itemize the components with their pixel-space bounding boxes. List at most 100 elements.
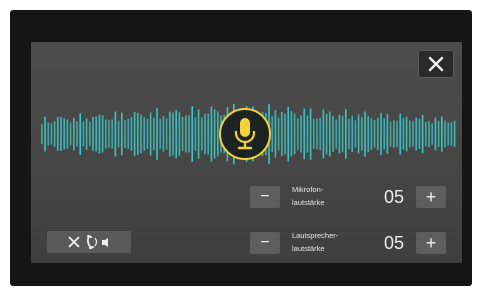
wave-bar [351, 115, 353, 153]
wave-bar [105, 119, 107, 149]
minus-icon: − [260, 234, 270, 251]
wave-bar [57, 117, 59, 151]
wave-bar [133, 111, 136, 157]
wave-bar [297, 118, 299, 150]
handset-volume-icon [86, 235, 108, 249]
wave-bar [185, 115, 187, 153]
wave-bar [172, 112, 174, 156]
wave-bar [441, 116, 443, 152]
wave-bar [341, 115, 344, 153]
wave-bar [108, 120, 110, 148]
wave-bar [76, 121, 78, 147]
wave-bar [73, 117, 75, 151]
wave-bar [287, 106, 289, 162]
speaker-volume-value: 05 [383, 233, 405, 253]
wave-bar [364, 111, 366, 157]
wave-bar [153, 117, 155, 151]
wave-bar [396, 120, 398, 148]
wave-bar [332, 116, 334, 152]
wave-bar [204, 113, 206, 155]
wave-bar [290, 111, 293, 157]
mute-handset-button[interactable] [47, 231, 131, 253]
wave-bar [309, 108, 312, 160]
wave-bar [345, 109, 347, 159]
wave-bar [421, 114, 424, 154]
wave-bar [325, 113, 328, 155]
wave-bar [412, 121, 414, 147]
close-icon [428, 56, 444, 72]
wave-bar [348, 118, 350, 150]
wave-bar [313, 118, 315, 150]
wave-bar [95, 116, 97, 152]
wave-bar [92, 116, 94, 151]
wave-bar [354, 120, 357, 148]
microphone-volume-control: − Mikrofon- lautstärke 05 + [250, 183, 452, 211]
close-button[interactable] [418, 50, 454, 78]
wave-bar [98, 114, 101, 154]
wave-bar [44, 116, 46, 152]
wave-bar [63, 118, 65, 150]
wave-bar [418, 119, 421, 149]
wave-bar [89, 121, 91, 147]
wave-bar [409, 120, 411, 148]
wave-bar [159, 118, 161, 150]
wave-bar [425, 121, 427, 147]
wave-bar [50, 123, 53, 145]
wave-bar [213, 109, 216, 159]
wave-bar [437, 121, 440, 147]
wave-bar [169, 111, 171, 157]
speaker-volume-increase-button[interactable]: + [416, 232, 446, 254]
wave-bar [201, 117, 203, 151]
wave-bar [361, 117, 363, 151]
wave-bar [380, 112, 382, 156]
wave-bar [149, 112, 152, 156]
wave-bar [306, 115, 309, 153]
wave-bar [178, 112, 181, 156]
wave-bar [143, 117, 145, 151]
wave-bar [303, 108, 305, 160]
wave-bar [121, 112, 123, 156]
wave-bar [194, 117, 197, 151]
wave-bar [370, 118, 373, 150]
wave-bar [197, 109, 200, 159]
mic-volume-increase-button[interactable]: + [416, 186, 446, 208]
wave-bar [124, 120, 126, 148]
wave-bar [191, 106, 193, 162]
wave-bar [277, 117, 280, 151]
wave-bar [69, 122, 72, 146]
wave-bar [175, 109, 177, 159]
plus-icon: + [425, 187, 437, 207]
wave-bar [146, 118, 149, 149]
wave-bar [101, 115, 104, 153]
wave-bar [156, 108, 158, 160]
wave-bar [444, 120, 446, 148]
wave-bar [373, 120, 376, 148]
speaker-volume-decrease-button[interactable]: − [250, 232, 280, 254]
wave-bar [389, 121, 392, 147]
wave-bar [127, 118, 129, 149]
wave-bar [393, 120, 395, 148]
microphone-button[interactable] [219, 108, 271, 160]
wave-bar [367, 116, 369, 152]
wave-bar [335, 119, 337, 149]
wave-bar [210, 106, 213, 162]
wave-bar [447, 122, 449, 146]
wave-bar [428, 120, 430, 148]
speaker-volume-label: Lautsprecher- lautstärke [292, 231, 339, 253]
wave-bar [415, 117, 417, 151]
mic-volume-label: Mikrofon- lautstärke [292, 185, 325, 207]
wave-bar [338, 114, 341, 154]
wave-bar [322, 109, 325, 159]
plus-icon: + [425, 233, 437, 253]
wave-bar [316, 118, 318, 150]
wave-bar [60, 117, 62, 151]
wave-bar [162, 116, 165, 152]
mic-volume-value: 05 [383, 187, 405, 207]
wave-bar [357, 114, 360, 154]
wave-bar [434, 117, 437, 151]
wave-bar [281, 111, 283, 157]
wave-bar [274, 110, 277, 158]
wave-bar [329, 111, 331, 157]
mic-volume-decrease-button[interactable]: − [250, 186, 280, 208]
wave-bar [181, 117, 184, 151]
